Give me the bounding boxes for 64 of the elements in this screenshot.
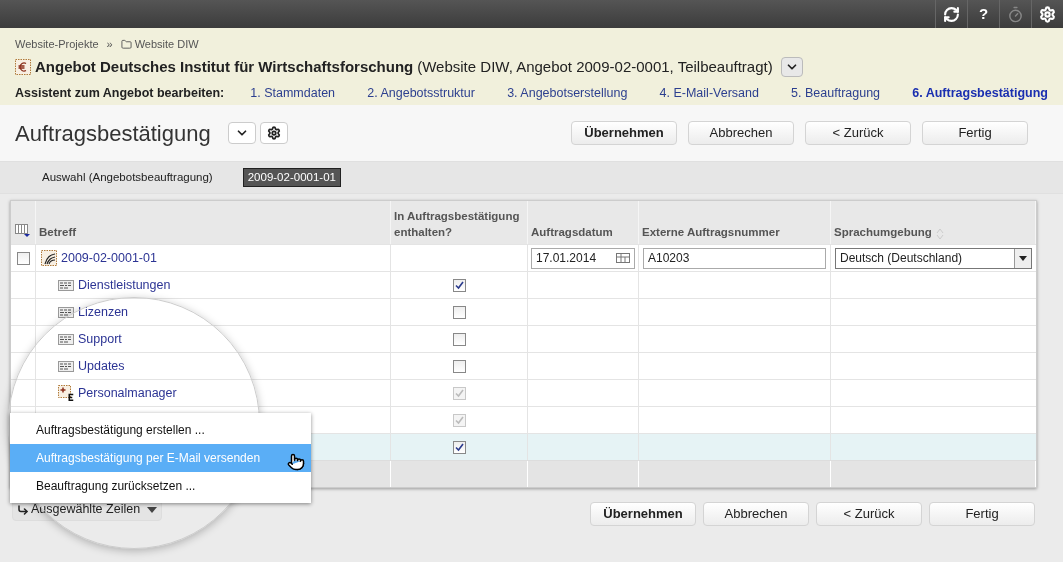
caret-icon	[147, 506, 158, 513]
offer-title: Angebot Deutsches Institut für Wirtschaftsforschung	[35, 56, 414, 77]
calendar-icon	[616, 253, 630, 263]
sync-icon	[943, 5, 960, 23]
selection-label: Auswahl (Angebotsbeauftragung)	[42, 169, 213, 185]
euro-icon	[15, 58, 31, 75]
stopwatch-icon	[1007, 5, 1024, 23]
page-title: Auftragsbestätigung	[15, 119, 211, 148]
checkbox[interactable]	[452, 278, 466, 292]
hand-cursor-icon	[287, 453, 305, 471]
checkbox[interactable]	[452, 305, 466, 319]
product-icon	[58, 385, 74, 401]
folder-icon	[120, 38, 132, 50]
action-button[interactable]: Abbrechen	[703, 502, 809, 526]
wizard-step[interactable]: 4. E-Mail-Versand	[659, 83, 759, 103]
wizard-step[interactable]: 2. Angebotsstruktur	[367, 83, 475, 103]
checkbox[interactable]	[452, 440, 466, 454]
breadcrumb-link[interactable]: Website DIW	[134, 36, 199, 53]
order-number-field[interactable]: A10203	[643, 247, 826, 269]
subject-link[interactable]: Lizenzen	[78, 302, 129, 322]
columns-icon[interactable]	[15, 224, 31, 238]
checkbox[interactable]	[16, 251, 30, 265]
wizard-step[interactable]: 3. Angebotserstellung	[507, 83, 628, 103]
settings-icon	[1039, 5, 1056, 23]
dropdown-button[interactable]	[227, 122, 256, 144]
menu-item[interactable]: Auftragsbestätigung erstellen ...	[10, 416, 311, 444]
date-field[interactable]: 17.01.2014	[531, 247, 635, 269]
column-header[interactable]: Auftragsdatum	[531, 224, 613, 240]
action-button[interactable]: Fertig	[922, 121, 1028, 145]
action-button[interactable]: < Zurück	[816, 502, 922, 526]
wizard-step[interactable]: 6. Auftragsbestätigung	[912, 83, 1048, 103]
column-header[interactable]: Externe Auftragsnummer	[642, 224, 780, 240]
action-button[interactable]: Fertig	[929, 502, 1035, 526]
breadcrumb-link[interactable]: Website-Projekte	[15, 36, 99, 53]
action-button[interactable]: Abbrechen	[688, 121, 794, 145]
column-header[interactable]: Betreff	[39, 224, 77, 240]
column-header[interactable]: Sprachumgebung	[834, 224, 932, 240]
language-select[interactable]: Deutsch (Deutschland)	[835, 247, 1032, 269]
checkbox[interactable]	[452, 332, 466, 346]
subject-link[interactable]: Dienstleistungen	[78, 275, 171, 295]
module-icon	[58, 306, 74, 318]
subject-link[interactable]: 2009-02-0001-01	[61, 248, 157, 268]
action-button[interactable]: Übernehmen	[590, 502, 696, 526]
module-icon	[58, 333, 74, 345]
wizard-label: Assistent zum Angebot bearbeiten:	[15, 84, 225, 102]
settings-icon	[266, 126, 281, 140]
offer-details: (Website DIW, Angebot 2009-02-0001, Teilbeauftragt)	[417, 56, 773, 77]
offer-icon	[41, 250, 57, 266]
caret-icon	[1019, 255, 1027, 261]
wizard-step[interactable]: 1. Stammdaten	[250, 83, 336, 103]
menu-item[interactable]: Beauftragung zurücksetzen ...	[10, 472, 311, 500]
action-button[interactable]: Übernehmen	[571, 121, 677, 145]
module-icon	[58, 279, 74, 291]
action-button[interactable]: < Zurück	[805, 121, 911, 145]
subject-link[interactable]: Updates	[78, 356, 125, 376]
breadcrumb-separator: »	[105, 37, 114, 52]
dropdown-button[interactable]	[780, 56, 803, 77]
column-header[interactable]: In Auftragsbestätigung enthalten?	[394, 208, 524, 240]
checkbox[interactable]	[452, 359, 466, 373]
wizard-step[interactable]: 5. Beauftragung	[791, 83, 881, 103]
subject-link[interactable]: Support	[78, 329, 122, 349]
selection-value: 2009-02-0001-01	[242, 167, 341, 188]
module-icon	[58, 360, 74, 372]
corner-arrow-icon	[17, 503, 29, 516]
